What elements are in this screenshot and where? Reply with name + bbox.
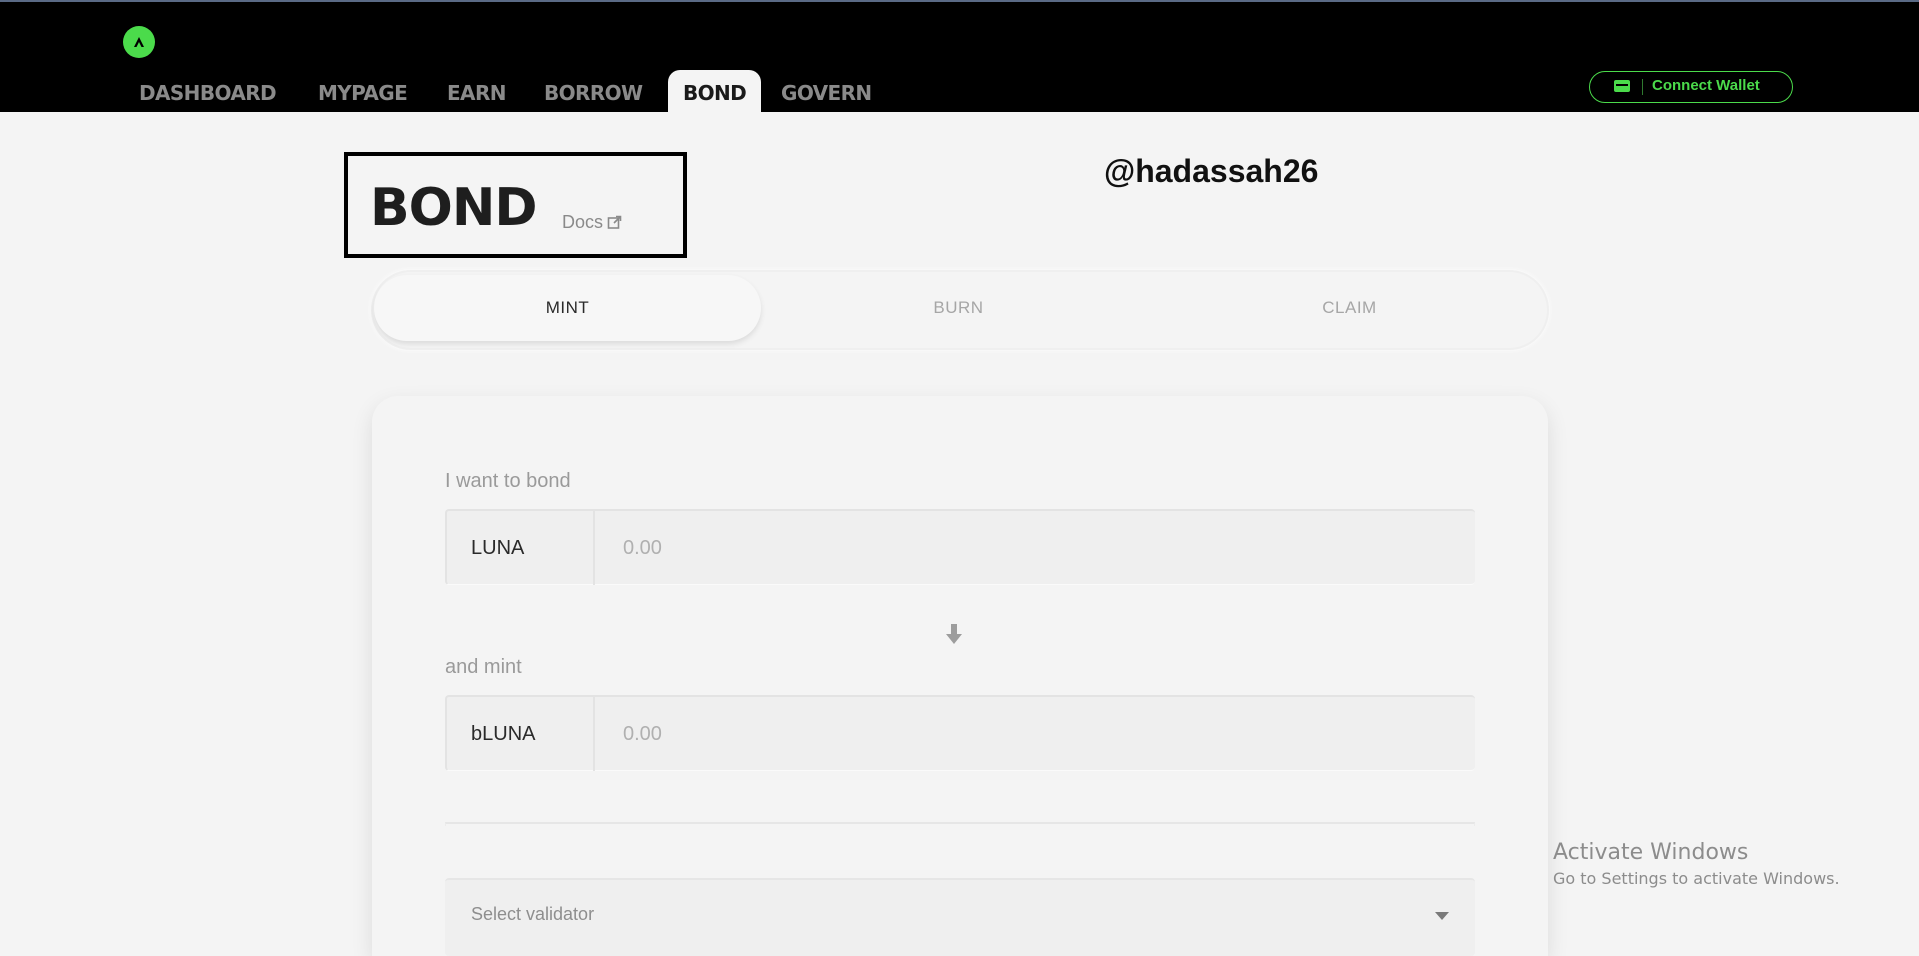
nav-tab-earn[interactable]: EARN xyxy=(447,70,506,112)
tab-mint[interactable]: MINT xyxy=(374,275,761,341)
activate-windows-notice: Activate Windows Go to Settings to activ… xyxy=(1553,838,1840,890)
mint-amount-field: bLUNA xyxy=(445,695,1475,771)
bond-asset-label: LUNA xyxy=(447,511,595,585)
connect-wallet-button[interactable]: Connect Wallet xyxy=(1589,71,1793,103)
bond-subtabs: MINT BURN CLAIM xyxy=(371,270,1549,350)
anchor-logo-icon[interactable] xyxy=(123,26,155,58)
docs-link[interactable]: Docs xyxy=(562,212,622,233)
nav-tab-dashboard[interactable]: DASHBOARD xyxy=(139,70,277,112)
username-watermark: @hadassah26 xyxy=(1104,153,1319,189)
page-title: BOND xyxy=(370,178,538,238)
tab-claim[interactable]: CLAIM xyxy=(1156,275,1543,341)
mint-amount-input[interactable] xyxy=(597,697,1457,771)
nav-tab-govern[interactable]: GOVERN xyxy=(781,70,872,112)
docs-label: Docs xyxy=(562,212,604,232)
mint-asset-label: bLUNA xyxy=(447,697,595,771)
button-separator xyxy=(1642,79,1643,95)
nav-tab-mypage[interactable]: MYPAGE xyxy=(318,70,408,112)
activate-windows-title: Activate Windows xyxy=(1553,840,1749,865)
activate-windows-subtitle: Go to Settings to activate Windows. xyxy=(1553,869,1840,888)
form-divider xyxy=(445,822,1475,826)
top-header: DASHBOARD MYPAGE EARN BORROW BOND GOVERN… xyxy=(0,2,1919,112)
bond-amount-field: LUNA xyxy=(445,509,1475,585)
connect-wallet-label: Connect Wallet xyxy=(1652,77,1760,94)
validator-select-placeholder: Select validator xyxy=(471,904,595,924)
mint-field-label: and mint xyxy=(445,656,522,678)
wallet-icon xyxy=(1614,80,1630,92)
nav-tab-bond[interactable]: BOND xyxy=(668,70,762,112)
nav-tab-borrow[interactable]: BORROW xyxy=(544,70,643,112)
validator-select[interactable]: Select validator xyxy=(445,878,1475,956)
external-link-icon xyxy=(607,215,622,229)
arrow-down-icon xyxy=(946,624,962,644)
tab-burn[interactable]: BURN xyxy=(765,275,1152,341)
mint-form-card: I want to bond LUNA and mint bLUNA Selec… xyxy=(372,396,1548,956)
bond-field-label: I want to bond xyxy=(445,470,571,492)
page-title-highlight-box: BOND Docs xyxy=(344,152,687,258)
chevron-down-icon xyxy=(1435,912,1449,920)
bond-amount-input[interactable] xyxy=(597,511,1457,585)
